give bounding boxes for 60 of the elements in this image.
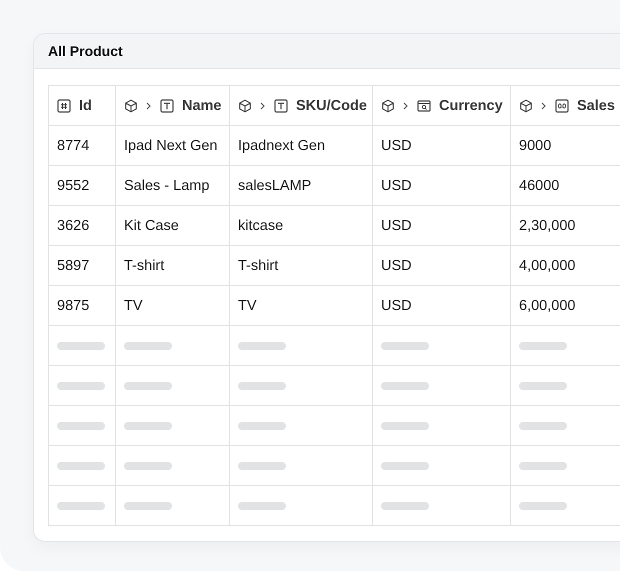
skeleton-bar bbox=[57, 502, 105, 510]
skeleton-bar bbox=[519, 422, 567, 430]
table-cell: T-shirt bbox=[116, 246, 230, 286]
text-type-icon bbox=[160, 98, 174, 112]
skeleton-bar bbox=[57, 422, 105, 430]
skeleton-bar bbox=[238, 502, 286, 510]
table-cell: USD bbox=[372, 286, 510, 326]
table-cell: Ipad Next Gen bbox=[116, 126, 230, 166]
skeleton-bar bbox=[519, 382, 567, 390]
skeleton-bar bbox=[57, 342, 105, 350]
skeleton-bar bbox=[124, 382, 172, 390]
table-cell: 8774 bbox=[48, 126, 116, 166]
skeleton-bar bbox=[381, 422, 429, 430]
skeleton-bar bbox=[238, 342, 286, 350]
skeleton-bar bbox=[381, 382, 429, 390]
table-cell: salesLAMP bbox=[230, 166, 372, 206]
table-cell: 9875 bbox=[48, 286, 116, 326]
table-cell: USD bbox=[372, 206, 510, 246]
column-label: Sales bbox=[577, 98, 615, 114]
skeleton-bar bbox=[519, 342, 567, 350]
column-label: Id bbox=[79, 98, 92, 114]
table-cell: Sales - Lamp bbox=[116, 166, 230, 206]
skeleton-bar bbox=[381, 502, 429, 510]
hash-icon bbox=[57, 98, 71, 112]
table-cell: Ipadnext Gen bbox=[230, 126, 372, 166]
table-cell: kitcase bbox=[230, 206, 372, 246]
table-cell: USD bbox=[372, 166, 510, 206]
table-cell: Kit Case bbox=[116, 206, 230, 246]
skeleton-bar bbox=[238, 382, 286, 390]
table-cell: TV bbox=[116, 286, 230, 326]
skeleton-bar bbox=[381, 342, 429, 350]
column-label: Currency bbox=[439, 98, 503, 114]
table-cell: T-shirt bbox=[230, 246, 372, 286]
skeleton-bar bbox=[57, 462, 105, 470]
table-cell: TV bbox=[230, 286, 372, 326]
skeleton-bar bbox=[124, 342, 172, 350]
skeleton-bar bbox=[124, 422, 172, 430]
cube-icon bbox=[519, 98, 533, 112]
text-type-icon bbox=[274, 98, 288, 112]
skeleton-bar bbox=[124, 462, 172, 470]
skeleton-bar bbox=[238, 462, 286, 470]
table-cell: USD bbox=[372, 246, 510, 286]
skeleton-bar bbox=[124, 502, 172, 510]
skeleton-bar bbox=[57, 382, 105, 390]
skeleton-bar bbox=[519, 462, 567, 470]
cube-icon bbox=[124, 98, 138, 112]
cube-icon bbox=[238, 98, 252, 112]
skeleton-bar bbox=[381, 462, 429, 470]
column-label: Name bbox=[182, 98, 222, 114]
decimal-type-icon bbox=[555, 98, 569, 112]
select-field-icon bbox=[417, 98, 431, 112]
skeleton-bar bbox=[238, 422, 286, 430]
table-cell: USD bbox=[372, 126, 510, 166]
cube-icon bbox=[381, 98, 395, 112]
card-title: All Product bbox=[48, 43, 123, 59]
column-label: SKU/Code bbox=[296, 98, 367, 114]
table-cell: 5897 bbox=[48, 246, 116, 286]
skeleton-bar bbox=[519, 502, 567, 510]
table-cell: 9552 bbox=[48, 166, 116, 206]
table-cell: 3626 bbox=[48, 206, 116, 246]
